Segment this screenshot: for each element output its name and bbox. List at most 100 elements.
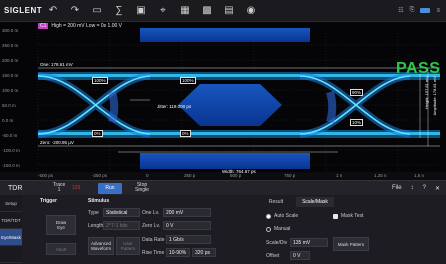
x-label: 500 p — [230, 173, 242, 178]
data-rate-label: Data Rate — [142, 237, 165, 243]
redo-icon[interactable]: ↷ — [68, 4, 82, 18]
save-icon[interactable]: ▩ — [200, 4, 214, 18]
manual-radio[interactable] — [266, 227, 271, 232]
length-label: Length — [88, 223, 104, 229]
brand-logo: SIGLENT — [4, 6, 43, 15]
rise-time-field[interactable]: 320 ps — [192, 248, 216, 257]
level-tag: 100% — [180, 77, 196, 84]
x-label: 0 — [146, 173, 149, 178]
y-label: 0.0 m — [2, 118, 14, 123]
offset-label: Offset — [266, 253, 280, 259]
x-label: 250 p — [184, 173, 196, 178]
y-label: -50.0 m — [2, 133, 18, 138]
run-button[interactable]: Run — [98, 182, 122, 194]
level-tag: 10% — [350, 119, 364, 126]
y-label: 200.0 m — [2, 58, 19, 63]
camera-icon[interactable]: ◉ — [244, 4, 258, 18]
level-tag: 90% — [350, 89, 364, 96]
panel-header: TDR Trace 1 123 Run Stop Single File ↕ ?… — [0, 181, 446, 195]
one-lv-label: One Lv. — [142, 210, 160, 216]
y-label: 250.0 m — [2, 43, 19, 48]
length-select[interactable]: 2^7-1 bits — [103, 221, 140, 230]
mask-center — [178, 84, 282, 126]
mask-test-label: Mask Test — [341, 213, 364, 219]
type-label: Type — [88, 210, 99, 216]
mask-top — [140, 28, 310, 42]
close-icon[interactable]: ✕ — [435, 185, 440, 192]
side-item-eye-mask[interactable]: Eye/Mask — [0, 229, 22, 246]
tab-scale-mask[interactable]: Scale/Mask — [296, 197, 334, 207]
abort-button[interactable]: Abort — [46, 243, 76, 255]
help-icon[interactable]: ? — [423, 185, 426, 192]
cursor-icon[interactable]: ⌖ — [156, 4, 170, 18]
trace-value[interactable]: 123 — [72, 185, 94, 191]
stimulus-title: Stimulus — [88, 198, 110, 204]
tab-result[interactable]: Result — [262, 197, 290, 207]
print-icon[interactable]: ▤ — [222, 4, 236, 18]
x-label: 1.25 n — [374, 173, 387, 178]
mask-test-checkbox[interactable] — [333, 214, 338, 219]
auto-scale-label: Auto Scale — [274, 213, 299, 219]
usb-icon: ⎘ — [409, 7, 415, 13]
measure-icon[interactable]: ▭ — [90, 4, 104, 18]
data-rate-field[interactable]: 1 Gb/s — [166, 235, 211, 244]
display-icon[interactable]: ▣ — [134, 4, 148, 18]
x-label: 750 p — [284, 173, 296, 178]
mask-pattern-button[interactable]: Mask Pattern — [333, 237, 369, 251]
trigger-title: Trigger — [40, 198, 57, 204]
panel-title: TDR — [8, 184, 23, 192]
side-item-empty — [0, 246, 22, 263]
y-label: -100.0 m — [2, 148, 20, 153]
x-label: -250 ps — [92, 173, 108, 178]
x-label: 1.5 n — [414, 173, 425, 178]
x-label: 1 n — [336, 173, 343, 178]
side-item-setup[interactable]: Setup — [0, 195, 22, 212]
level-tag: 0% — [180, 130, 191, 137]
eye-diagram-svg — [37, 28, 440, 172]
math-icon[interactable]: ∑ — [112, 4, 126, 18]
top-toolbar: SIGLENT ↶ ↷ ▭ ∑ ▣ ⌖ ▦ ▩ ▤ ◉ ☷ ⎘ ≡ — [0, 0, 446, 22]
mask-bottom — [140, 153, 310, 169]
side-item-tdr-tdt[interactable]: TDR/TDT — [0, 212, 22, 229]
eye-diagram-display[interactable]: C1 High = 200 mV Low = 0s 1.00 V PASS 30… — [0, 22, 446, 174]
level-tag: 0% — [92, 130, 103, 137]
channel-tag: C1 — [38, 23, 49, 29]
y-label: 300.0 m — [2, 28, 19, 33]
y-label: 150.0 m — [2, 73, 19, 78]
user-pattern-button[interactable]: User Pattern — [116, 237, 140, 255]
type-select[interactable]: Statistical — [103, 208, 140, 217]
one-level-label: One: 178.61 mV — [40, 62, 73, 67]
level-tag: 100% — [92, 77, 108, 84]
zero-level-label: Zero: -200.95 µV — [40, 140, 74, 145]
undo-icon[interactable]: ↶ — [46, 4, 60, 18]
y-label: 100.0 m — [2, 88, 19, 93]
channel-icon[interactable]: ☷ — [398, 7, 403, 14]
side-nav: Setup TDR/TDT Eye/Mask — [0, 195, 22, 264]
channel-info[interactable]: C1 High = 200 mV Low = 0s 1.00 V — [38, 23, 122, 29]
scale-div-field[interactable]: 135 mV — [290, 238, 328, 247]
height-label: Height: 157.81 mV — [424, 76, 429, 110]
advanced-waveform-button[interactable]: Advanced Waveform — [88, 237, 114, 255]
draw-eye-button[interactable]: Draw Eye — [46, 215, 76, 235]
file-menu[interactable]: File — [392, 185, 402, 192]
tdr-control-panel: TDR Trace 1 123 Run Stop Single File ↕ ?… — [0, 180, 446, 264]
y-label: 50.0 m — [2, 103, 16, 108]
x-label: -500 ps — [38, 173, 54, 178]
amplitude-label: Amplitude: 178.81 mV — [432, 76, 437, 116]
auto-scale-radio[interactable] — [266, 214, 271, 219]
offset-field[interactable]: 0 V — [290, 251, 310, 260]
resize-icon[interactable]: ↕ — [411, 185, 414, 192]
one-lv-field[interactable]: 200 mV — [163, 208, 211, 217]
y-label: -150.0 m — [2, 163, 20, 168]
zero-lv-label: Zero Lv. — [142, 223, 160, 229]
rise-time-mode[interactable]: 10-90% — [166, 248, 190, 257]
trace-selector[interactable]: Trace 1 — [46, 183, 72, 193]
jitter-label: Jitter: 119.000 ps — [157, 104, 192, 109]
rise-time-label: Rise Time — [142, 250, 165, 256]
stop-single-button[interactable]: Stop Single — [130, 183, 154, 194]
manual-label: Manual — [274, 226, 291, 232]
channel-info-text: High = 200 mV Low = 0s 1.00 V — [51, 23, 123, 29]
zero-lv-field[interactable]: 0 V — [163, 221, 211, 230]
scale-div-label: Scale/Div — [266, 240, 288, 246]
analysis-icon[interactable]: ▦ — [178, 4, 192, 18]
